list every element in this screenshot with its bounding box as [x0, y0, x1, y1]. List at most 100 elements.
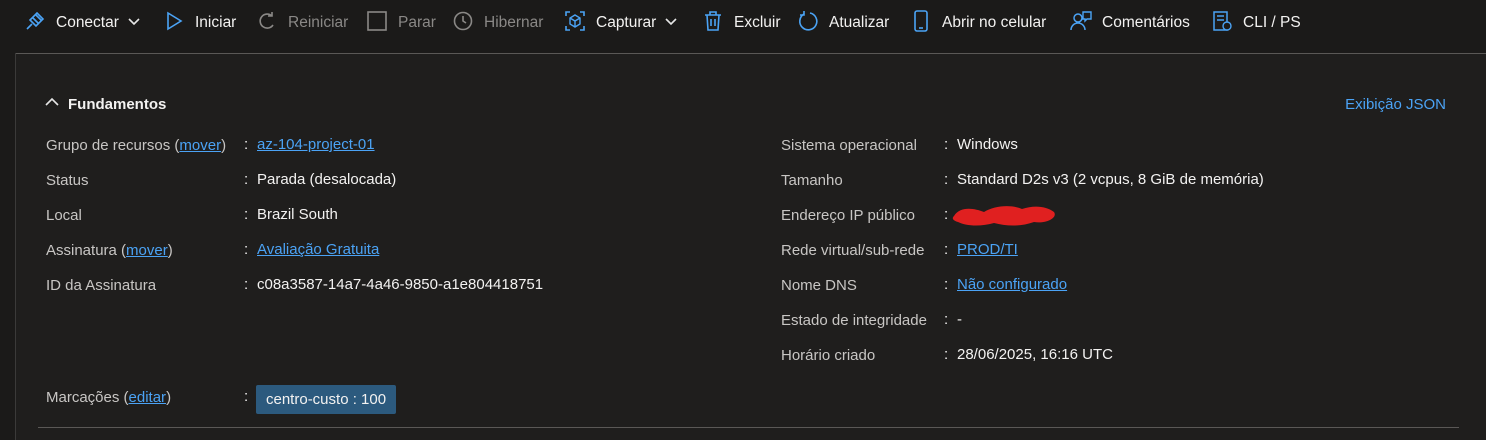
location-label: Local	[46, 206, 82, 224]
status-label: Status	[46, 171, 89, 189]
colon: :	[944, 171, 949, 188]
trash-icon	[702, 10, 724, 36]
subscription-id-value: c08a3587-14a7-4a46-9850-a1e804418751	[257, 276, 544, 293]
capture-icon	[564, 10, 586, 36]
health-label: Estado de integridade	[781, 311, 927, 329]
location-row: Local	[46, 204, 82, 226]
created-label: Horário criado	[781, 346, 876, 364]
chevron-up-icon[interactable]	[44, 94, 60, 114]
vnet-value-link[interactable]: PROD/TI	[957, 241, 1018, 258]
feedback-icon	[1070, 10, 1092, 36]
status-row: Status	[46, 169, 89, 191]
section-title: Fundamentos	[68, 95, 167, 113]
colon: :	[944, 206, 949, 223]
tags-label: Marcações (editar)	[46, 388, 172, 406]
start-label: Iniciar	[195, 14, 237, 31]
dns-label: Nome DNS	[781, 276, 857, 294]
tag-chip-text: centro-custo : 100	[266, 391, 387, 408]
health-value: -	[957, 311, 962, 328]
resource-group-label: Grupo de recursos (mover)	[46, 136, 227, 154]
colon: :	[244, 136, 249, 153]
colon: :	[244, 388, 249, 405]
stop-icon	[366, 10, 388, 36]
os-row: Sistema operacional	[781, 134, 917, 156]
restart-button[interactable]: Reiniciar	[256, 0, 348, 46]
size-value: Standard D2s v3 (2 vcpus, 8 GiB de memór…	[957, 171, 1264, 188]
subscription-move-link[interactable]: mover	[126, 242, 168, 259]
resource-group-value-link[interactable]: az-104-project-01	[257, 136, 375, 153]
vnet-row: Rede virtual/sub-rede	[781, 239, 924, 261]
location-value: Brazil South	[257, 206, 338, 223]
capture-label: Capturar	[596, 14, 657, 31]
colon: :	[244, 206, 249, 223]
clock-icon	[452, 10, 474, 36]
connect-button[interactable]: Conectar	[24, 0, 141, 46]
colon: :	[944, 136, 949, 153]
command-bar: Conectar Iniciar Reiniciar Parar Hiberna…	[0, 0, 1486, 46]
chevron-down-icon[interactable]	[127, 14, 141, 32]
chevron-down-icon[interactable]	[664, 14, 678, 32]
refresh-label: Atualizar	[829, 14, 890, 31]
script-icon	[1211, 10, 1233, 36]
colon: :	[944, 241, 949, 258]
play-icon	[163, 10, 185, 36]
toolbar-divider	[15, 53, 1486, 54]
hibernate-label: Hibernar	[484, 14, 544, 31]
colon: :	[944, 276, 949, 293]
cli-ps-button[interactable]: CLI / PS	[1211, 0, 1301, 46]
redaction-scribble	[952, 206, 1055, 226]
colon: :	[944, 311, 949, 328]
delete-label: Excluir	[734, 14, 781, 31]
phone-icon	[910, 10, 932, 36]
section-bottom-divider	[38, 427, 1459, 428]
json-view-link[interactable]: Exibição JSON	[1345, 96, 1446, 113]
health-row: Estado de integridade	[781, 309, 927, 331]
subscription-value-link[interactable]: Avaliação Gratuita	[257, 241, 379, 258]
capture-button[interactable]: Capturar	[564, 0, 678, 46]
resource-group-move-link[interactable]: mover	[179, 137, 221, 154]
colon: :	[244, 276, 249, 293]
subscription-label-text: Assinatura	[46, 241, 117, 259]
tag-chip[interactable]: centro-custo : 100	[256, 385, 397, 414]
open-mobile-label: Abrir no celular	[942, 14, 1047, 31]
subscription-label: Assinatura (mover)	[46, 241, 173, 259]
restart-label: Reiniciar	[288, 14, 349, 31]
feedback-label: Comentários	[1102, 14, 1190, 31]
tags-row: Marcações (editar)	[46, 386, 171, 408]
status-value: Parada (desalocada)	[257, 171, 397, 188]
os-label: Sistema operacional	[781, 136, 917, 154]
size-row: Tamanho	[781, 169, 843, 191]
colon: :	[244, 241, 249, 258]
public-ip-row: Endereço IP público	[781, 204, 915, 226]
dns-value-link[interactable]: Não configurado	[957, 276, 1067, 293]
created-value: 28/06/2025, 16:16 UTC	[957, 346, 1113, 363]
stop-button[interactable]: Parar	[366, 0, 436, 46]
vnet-label: Rede virtual/sub-rede	[781, 241, 925, 259]
panel-left-border	[15, 53, 16, 440]
plug-icon	[24, 10, 46, 36]
resource-group-row: Grupo de recursos (mover)	[46, 134, 226, 156]
delete-button[interactable]: Excluir	[702, 0, 781, 46]
dns-row: Nome DNS	[781, 274, 857, 296]
os-value: Windows	[957, 136, 1018, 153]
essentials-panel	[16, 54, 1486, 440]
open-mobile-button[interactable]: Abrir no celular	[910, 0, 1046, 46]
cli-ps-label: CLI / PS	[1243, 14, 1301, 31]
start-button[interactable]: Iniciar	[163, 0, 236, 46]
tags-edit-link[interactable]: editar	[129, 389, 167, 406]
colon: :	[244, 171, 249, 188]
refresh-icon	[797, 10, 819, 36]
colon: :	[944, 346, 949, 363]
stop-label: Parar	[398, 14, 436, 31]
connect-label: Conectar	[56, 14, 119, 31]
size-label: Tamanho	[781, 171, 843, 189]
tags-label-text: Marcações	[46, 388, 120, 406]
subscription-id-row: ID da Assinatura	[46, 274, 156, 296]
feedback-button[interactable]: Comentários	[1070, 0, 1190, 46]
essentials-header[interactable]: Fundamentos	[44, 94, 166, 114]
hibernate-button[interactable]: Hibernar	[452, 0, 543, 46]
public-ip-label: Endereço IP público	[781, 206, 915, 224]
subscription-id-label: ID da Assinatura	[46, 276, 157, 294]
refresh-button[interactable]: Atualizar	[797, 0, 889, 46]
subscription-row: Assinatura (mover)	[46, 239, 173, 261]
